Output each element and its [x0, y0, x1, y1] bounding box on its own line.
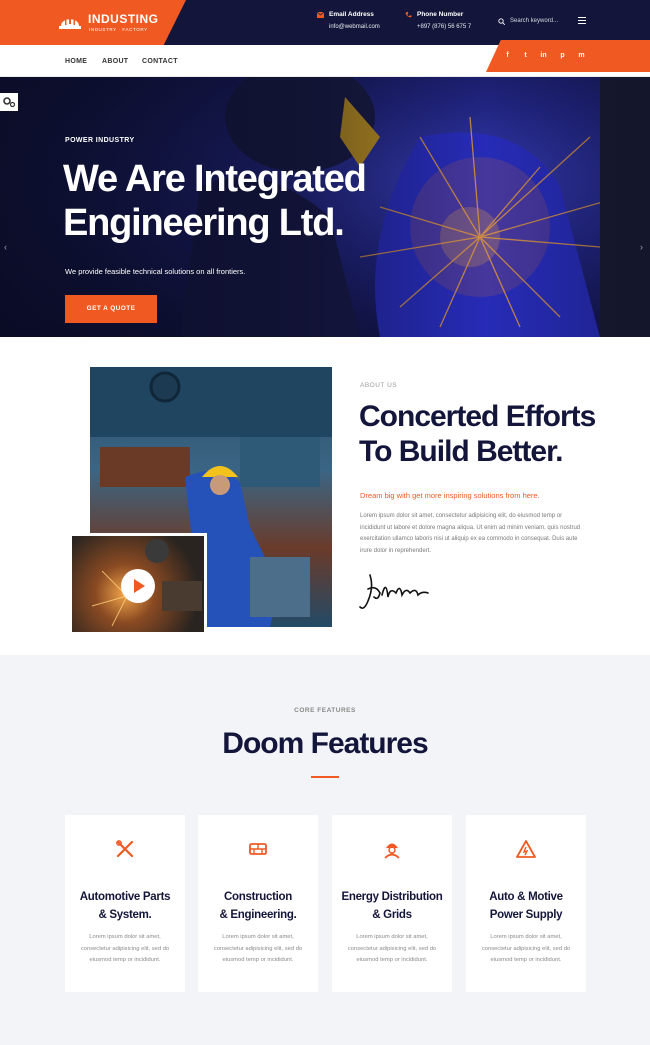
pinterest-icon[interactable]: p — [558, 51, 567, 60]
feature-title-line2: & Engineering. — [219, 909, 297, 921]
phone-value[interactable]: +897 (876) 56 675 7 — [417, 24, 471, 30]
feature-card-body: Lorem ipsum dolor sit amet, consectetur … — [80, 934, 170, 963]
nav-item-home[interactable]: HOME — [65, 58, 87, 65]
facebook-icon[interactable]: f — [503, 51, 512, 60]
features-kicker: CORE FEATURES — [294, 707, 356, 714]
feature-title-line2: & Grids — [372, 909, 412, 921]
helmet-logo-icon — [59, 15, 81, 29]
hero-title: We Are Integrated Engineering Ltd. — [63, 157, 383, 245]
features-section: CORE FEATURES Doom Features Automotive P… — [0, 655, 650, 1045]
get-a-quote-button[interactable]: GET A QUOTE — [65, 295, 157, 323]
feature-title-line1: Auto & Motive — [489, 891, 563, 903]
search-icon — [498, 18, 505, 25]
about-lead: Dream big with get more inspiring soluti… — [360, 491, 540, 500]
email-value[interactable]: info@webmail.com — [329, 24, 380, 30]
logo-title: INDUSTING — [88, 12, 159, 26]
play-icon[interactable] — [121, 569, 155, 603]
nav-item-about[interactable]: ABOUT — [102, 58, 128, 65]
video-thumbnail[interactable] — [69, 533, 207, 635]
email-label: Email Address — [329, 11, 374, 18]
social-links: f t in p m — [486, 40, 650, 72]
bricks-icon — [249, 843, 267, 855]
feature-card-title: Auto & Motive Power Supply — [466, 888, 586, 924]
logo-box[interactable]: INDUSTING INDUSTRY · FACTORY — [0, 0, 186, 45]
feature-card-body: Lorem ipsum dolor sit amet, consectetur … — [481, 934, 571, 963]
menu-icon[interactable] — [578, 17, 586, 25]
feature-card[interactable]: Construction & Engineering. Lorem ipsum … — [198, 815, 318, 992]
feature-title-line1: Energy Distribution — [341, 891, 443, 903]
features-divider — [311, 776, 339, 778]
features-title: Doom Features — [222, 727, 428, 760]
feature-card-body: Lorem ipsum dolor sit amet, consectetur … — [213, 934, 303, 963]
about-kicker: ABOUT US — [360, 382, 398, 389]
linkedin-icon[interactable]: in — [539, 51, 548, 60]
twitter-icon[interactable]: t — [521, 51, 530, 60]
worker-icon — [384, 843, 400, 859]
hero-subtitle: We provide feasible technical solutions … — [65, 267, 246, 276]
feature-card-title: Automotive Parts & System. — [65, 888, 185, 924]
about-title-line2: To Build Better. — [359, 435, 563, 468]
hero-kicker: POWER INDUSTRY — [65, 137, 135, 144]
about-body: Lorem ipsum dolor sit amet, consectetur … — [360, 513, 581, 554]
feature-card-title: Construction & Engineering. — [198, 888, 318, 924]
main-nav: HOME ABOUT CONTACT f t in p m — [0, 40, 650, 77]
slider-prev-icon[interactable]: ‹ — [4, 242, 7, 252]
hero-title-line1: We Are Integrated — [63, 158, 367, 200]
feature-card-title: Energy Distribution & Grids — [332, 888, 452, 924]
about-title-line1: Concerted Efforts — [359, 400, 596, 433]
about-section: ABOUT US Concerted Efforts To Build Bett… — [0, 337, 650, 655]
feature-card[interactable]: Auto & Motive Power Supply Lorem ipsum d… — [466, 815, 586, 992]
phone-icon — [405, 12, 412, 18]
feature-title-line2: & System. — [98, 909, 152, 921]
feature-title-line2: Power Supply — [489, 909, 563, 921]
mail-icon — [317, 12, 324, 18]
top-bar: INDUSTING INDUSTRY · FACTORY Email Addre… — [0, 0, 650, 45]
feature-title-line1: Construction — [224, 891, 292, 903]
logo-tagline: INDUSTRY · FACTORY — [89, 27, 148, 32]
page: INDUSTING INDUSTRY · FACTORY Email Addre… — [0, 0, 650, 1045]
phone-label: Phone Number — [417, 11, 464, 18]
about-title: Concerted Efforts To Build Better. — [359, 399, 619, 469]
feature-card-body: Lorem ipsum dolor sit amet, consectetur … — [347, 934, 437, 963]
warning-icon — [516, 840, 536, 858]
hero-banner: ‹ › POWER INDUSTRY We Are Integrated Eng… — [0, 77, 650, 337]
feature-card[interactable]: Automotive Parts & System. Lorem ipsum d… — [65, 815, 185, 992]
feature-card[interactable]: Energy Distribution & Grids Lorem ipsum … — [332, 815, 452, 992]
wrench-icon — [116, 840, 134, 858]
hero-title-line2: Engineering Ltd. — [63, 202, 345, 244]
search-input[interactable]: Search keyword... — [498, 16, 568, 28]
nav-item-contact[interactable]: CONTACT — [142, 58, 178, 65]
search-placeholder: Search keyword... — [510, 18, 559, 24]
feature-title-line1: Automotive Parts — [79, 891, 171, 903]
settings-gear-icon[interactable] — [0, 93, 18, 111]
signature-image — [359, 574, 429, 609]
slider-next-icon[interactable]: › — [640, 242, 643, 252]
mail-social-icon[interactable]: m — [577, 51, 586, 60]
